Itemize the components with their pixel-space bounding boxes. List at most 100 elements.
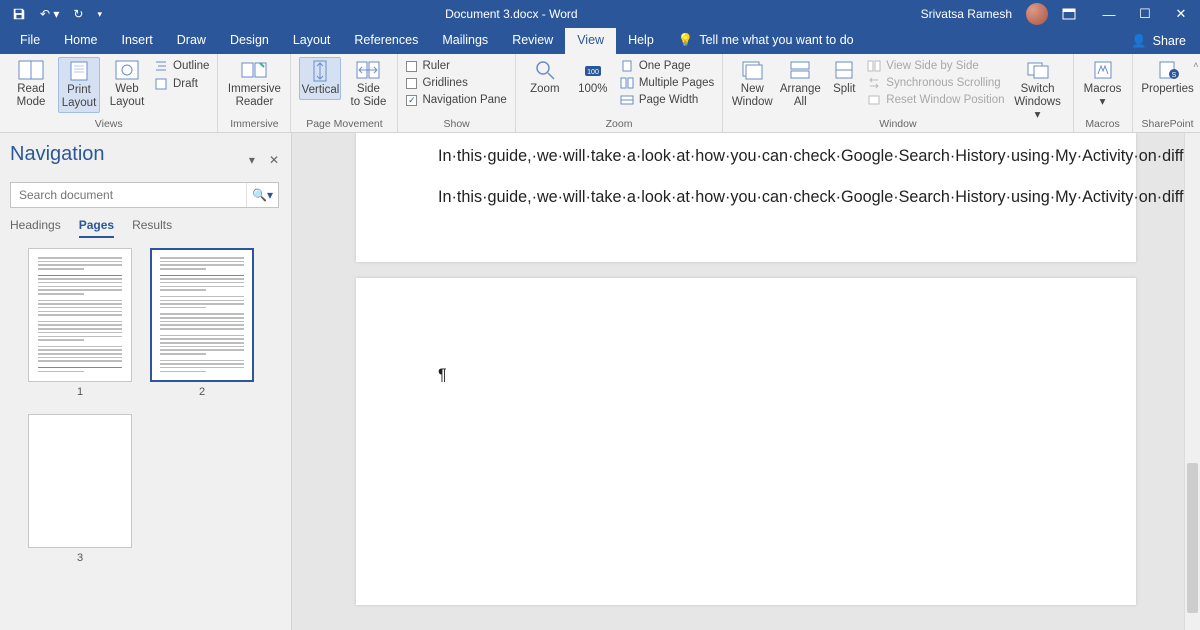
page-thumbnail-3[interactable]: 3 <box>28 414 132 564</box>
document-area[interactable]: In·this·guide,·we·will·take·a·look·at·ho… <box>292 133 1200 630</box>
tab-home[interactable]: Home <box>52 28 109 54</box>
group-label-window: Window <box>723 118 1072 130</box>
vertical-button[interactable]: Vertical <box>299 57 341 100</box>
properties-label: Properties <box>1141 83 1193 96</box>
scrollbar-thumb[interactable] <box>1187 463 1198 613</box>
document-paragraph: ¶ <box>438 364 1076 387</box>
multiple-pages-icon <box>620 77 634 89</box>
tab-review[interactable]: Review <box>500 28 565 54</box>
search-input[interactable] <box>11 183 246 207</box>
nav-tab-pages[interactable]: Pages <box>79 218 114 238</box>
user-name[interactable]: Srivatsa Ramesh <box>921 7 1012 21</box>
ribbon-display-icon[interactable] <box>1062 8 1084 20</box>
properties-icon: S <box>1154 59 1182 81</box>
zoom-icon <box>531 59 559 81</box>
macros-icon <box>1089 59 1117 81</box>
properties-button[interactable]: S Properties <box>1141 57 1195 98</box>
tab-file[interactable]: File <box>8 28 52 54</box>
navigation-pane-label: Navigation Pane <box>422 94 506 106</box>
side-to-side-button[interactable]: Side to Side <box>347 57 389 111</box>
nav-close-icon[interactable]: ✕ <box>269 153 279 167</box>
tab-draw[interactable]: Draw <box>165 28 218 54</box>
multiple-pages-label: Multiple Pages <box>639 77 714 89</box>
avatar[interactable] <box>1026 3 1048 25</box>
search-button[interactable]: 🔍▾ <box>246 183 278 207</box>
one-page-label: One Page <box>639 60 691 72</box>
collapse-ribbon-icon[interactable]: ˄ <box>1193 60 1198 70</box>
group-label-immersive: Immersive <box>218 118 290 130</box>
checkbox-checked-icon: ✓ <box>406 95 417 106</box>
group-label-sharepoint: SharePoint <box>1133 118 1200 130</box>
vertical-label: Vertical <box>302 84 340 97</box>
ruler-checkbox[interactable]: Ruler <box>406 59 449 73</box>
share-label: Share <box>1153 34 1186 48</box>
side-to-side-label: Side to Side <box>351 83 387 109</box>
lightbulb-icon: 💡 <box>678 33 694 47</box>
group-label-macros: Macros <box>1074 118 1132 130</box>
maximize-icon[interactable]: ☐ <box>1134 6 1156 22</box>
tab-insert[interactable]: Insert <box>110 28 165 54</box>
gridlines-checkbox[interactable]: Gridlines <box>406 76 467 90</box>
vertical-icon <box>306 60 334 82</box>
switch-windows-icon <box>1024 59 1052 81</box>
read-mode-label: Read Mode <box>17 83 46 109</box>
save-icon[interactable] <box>12 7 26 21</box>
share-icon: 👤 <box>1131 34 1147 49</box>
tab-design[interactable]: Design <box>218 28 281 54</box>
outline-button[interactable]: Outline <box>154 59 209 73</box>
page-width-button[interactable]: Page Width <box>620 93 714 107</box>
arrange-all-label: Arrange All <box>780 83 821 109</box>
side-to-side-icon <box>354 59 382 81</box>
multiple-pages-button[interactable]: Multiple Pages <box>620 76 714 90</box>
draft-label: Draft <box>173 78 198 90</box>
arrange-all-icon <box>786 59 814 81</box>
read-mode-icon <box>17 59 45 81</box>
vertical-scrollbar[interactable] <box>1184 133 1200 630</box>
side-by-side-label: View Side by Side <box>886 60 978 72</box>
nav-dropdown-icon[interactable]: ▾ <box>249 153 255 167</box>
print-layout-button[interactable]: Print Layout <box>58 57 100 113</box>
undo-icon[interactable]: ↶ ▾ <box>40 7 59 21</box>
page-thumbnail-2[interactable]: 2 <box>150 248 254 398</box>
navigation-pane-checkbox[interactable]: ✓ Navigation Pane <box>406 93 506 107</box>
immersive-reader-button[interactable]: Immersive Reader <box>226 57 282 111</box>
minimize-icon[interactable]: — <box>1098 7 1120 22</box>
close-icon[interactable]: ✕ <box>1170 6 1192 22</box>
new-window-button[interactable]: New Window <box>731 57 773 111</box>
page-number-3: 3 <box>28 552 132 564</box>
ruler-label: Ruler <box>422 60 449 72</box>
split-icon <box>830 59 858 81</box>
view-side-by-side-button: View Side by Side <box>867 59 1004 73</box>
one-page-button[interactable]: One Page <box>620 59 714 73</box>
macros-button[interactable]: Macros▾ <box>1082 57 1124 111</box>
sync-icon <box>867 77 881 89</box>
nav-tab-results[interactable]: Results <box>132 218 172 238</box>
zoom-100-button[interactable]: 100 100% <box>572 57 614 98</box>
tab-references[interactable]: References <box>342 28 430 54</box>
tab-help[interactable]: Help <box>616 28 666 54</box>
page-number-1: 1 <box>28 386 132 398</box>
web-layout-button[interactable]: Web Layout <box>106 57 148 111</box>
share-button[interactable]: 👤 Share <box>1131 28 1200 54</box>
arrange-all-button[interactable]: Arrange All <box>779 57 821 111</box>
group-label-zoom: Zoom <box>516 118 722 130</box>
group-label-views: Views <box>0 118 217 130</box>
page-thumbnail-1[interactable]: 1 <box>28 248 132 398</box>
nav-tab-headings[interactable]: Headings <box>10 218 61 238</box>
tab-view[interactable]: View <box>565 28 616 54</box>
tab-mailings[interactable]: Mailings <box>430 28 500 54</box>
document-title: Document 3.docx - Word <box>102 7 921 21</box>
draft-button[interactable]: Draft <box>154 77 209 91</box>
tell-me[interactable]: 💡Tell me what you want to do <box>666 28 866 54</box>
tab-layout[interactable]: Layout <box>281 28 343 54</box>
split-button[interactable]: Split <box>827 57 861 98</box>
outline-label: Outline <box>173 60 209 72</box>
redo-icon[interactable]: ↻ <box>73 7 83 21</box>
read-mode-button[interactable]: Read Mode <box>10 57 52 111</box>
zoom-100-icon: 100 <box>579 59 607 81</box>
group-label-page-movement: Page Movement <box>291 118 397 130</box>
switch-windows-button[interactable]: Switch Windows ▾ <box>1011 57 1065 125</box>
zoom-button[interactable]: Zoom <box>524 57 566 98</box>
split-label: Split <box>833 83 855 96</box>
draft-icon <box>154 78 168 90</box>
